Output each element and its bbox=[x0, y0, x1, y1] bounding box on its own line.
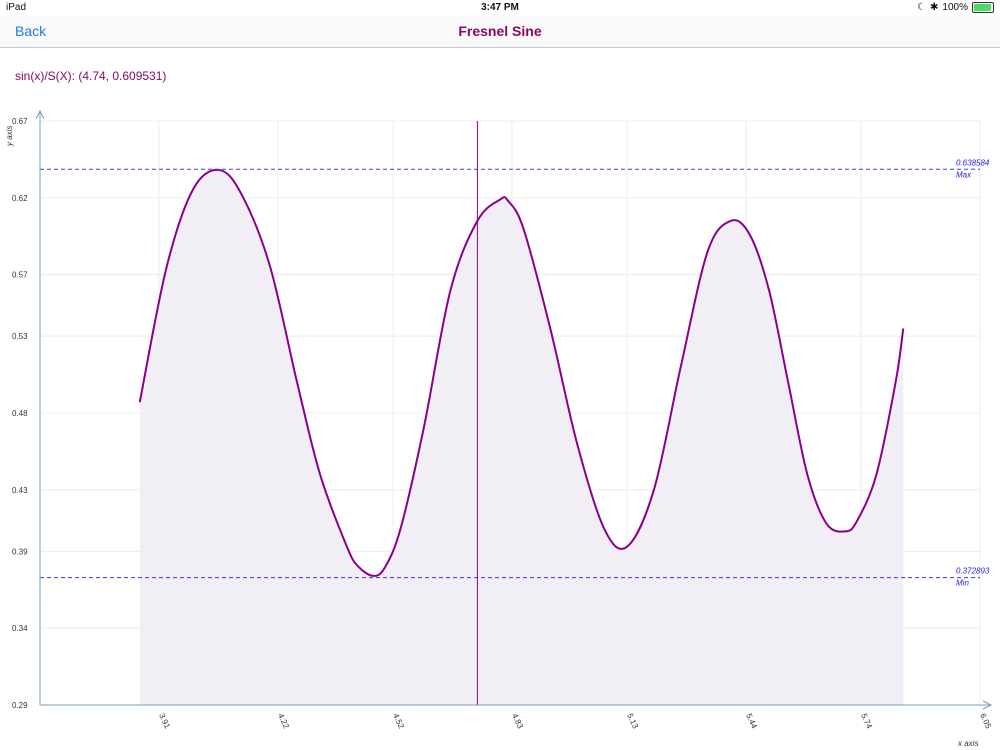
y-tick-label: 0.67 bbox=[12, 117, 28, 126]
x-tick-label: 5.74 bbox=[859, 712, 874, 730]
y-tick-label: 0.43 bbox=[12, 486, 28, 495]
y-axis-title: y axis bbox=[5, 126, 14, 147]
y-tick-label: 0.48 bbox=[12, 409, 28, 418]
area-fill bbox=[139, 169, 904, 705]
y-tick-label: 0.62 bbox=[12, 194, 28, 203]
moon-icon: ☾ bbox=[917, 2, 927, 13]
max-label: Max bbox=[956, 170, 972, 179]
value-readout: sin(x)/S(X): (4.74, 0.609531) bbox=[15, 69, 167, 83]
x-tick-label: 4.22 bbox=[276, 712, 291, 730]
x-tick-label: 4.83 bbox=[510, 712, 525, 730]
x-tick-label: 5.44 bbox=[744, 712, 759, 730]
status-bar: iPad 3:47 PM ☾ ✱ 100% bbox=[0, 0, 1000, 16]
y-tick-label: 0.57 bbox=[12, 271, 28, 280]
page-title: Fresnel Sine bbox=[458, 23, 542, 39]
status-indicators: ☾ ✱ 100% bbox=[917, 2, 994, 13]
y-tick-label: 0.39 bbox=[12, 547, 28, 556]
min-label: Min bbox=[956, 579, 969, 588]
max-value-label: 0.638584 bbox=[956, 158, 990, 167]
x-axis-title: x axis bbox=[957, 739, 978, 748]
bluetooth-icon: ✱ bbox=[930, 2, 939, 13]
min-value-label: 0.372893 bbox=[956, 567, 990, 576]
x-tick-label: 6.05 bbox=[978, 712, 993, 730]
y-tick-label: 0.53 bbox=[12, 332, 28, 341]
x-tick-label: 3.91 bbox=[157, 712, 172, 730]
y-tick-label: 0.29 bbox=[12, 701, 28, 710]
fresnel-sine-chart[interactable]: 0.638584 Max 0.372893 Min 0.29 0.34 0.39 0.43 0.… bbox=[0, 100, 1000, 750]
battery-percent: 100% bbox=[942, 2, 968, 13]
x-tick-label: 5.13 bbox=[625, 712, 640, 730]
navigation-bar: Back Fresnel Sine bbox=[0, 16, 1000, 48]
y-tick-label: 0.34 bbox=[12, 624, 28, 633]
x-tick-label: 4.52 bbox=[391, 712, 406, 730]
clock: 3:47 PM bbox=[481, 2, 519, 13]
battery-icon bbox=[972, 2, 994, 13]
